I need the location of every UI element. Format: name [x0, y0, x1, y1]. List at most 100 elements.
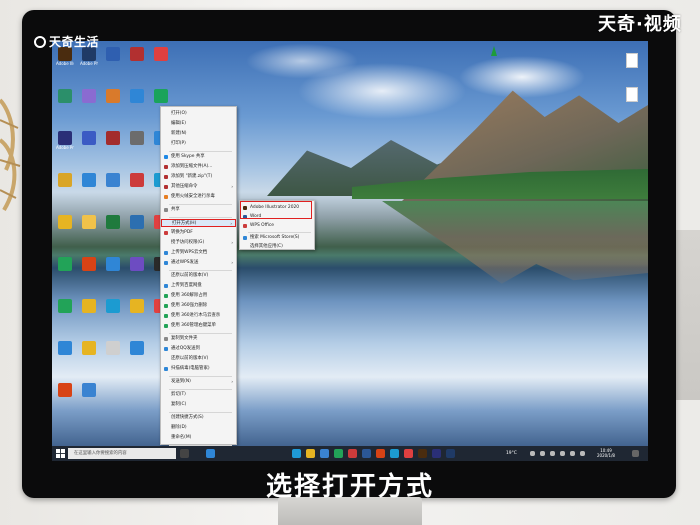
desktop-icon[interactable] — [128, 341, 146, 365]
context-menu-item[interactable]: 上传到WPS云文档 — [161, 249, 236, 257]
illustrator-taskbar-icon[interactable] — [418, 449, 427, 458]
desktop-icon[interactable]: Adobe Illustrat... — [56, 47, 74, 71]
desktop-icon[interactable] — [104, 173, 122, 197]
context-menu-item[interactable]: 使用 Skype 共享 — [161, 153, 236, 161]
context-menu-item[interactable]: 还原以前的版本(V) — [161, 355, 236, 363]
context-menu-item[interactable]: 剪切(T) — [161, 391, 236, 399]
photoshop-taskbar-icon[interactable] — [446, 449, 455, 458]
desktop-icon[interactable] — [56, 215, 74, 239]
desktop-icon[interactable] — [56, 299, 74, 323]
desktop-icon[interactable]: Adobe Photosh... — [80, 47, 98, 71]
desktop-icon-label: Adobe Illustrat... — [56, 61, 74, 66]
volume-icon[interactable] — [570, 451, 575, 456]
taskbar-app-red-icon[interactable] — [376, 449, 385, 458]
desktop-file-icon-top-right[interactable] — [626, 53, 638, 68]
taskbar-app-icon[interactable] — [206, 449, 215, 458]
context-menu-item[interactable]: 扫描病毒(电脑管家) — [161, 365, 236, 373]
context-menu-item[interactable]: 授予访问权限(G) › — [161, 239, 236, 247]
ime-icon[interactable] — [580, 451, 585, 456]
taskbar-clock[interactable]: 10:49 2020/1/8 — [597, 448, 615, 458]
desktop-icon[interactable] — [80, 341, 98, 365]
context-menu-item[interactable]: 打印(P) — [161, 140, 236, 148]
notification-icon[interactable] — [632, 450, 639, 457]
taskbar-app-red2-icon[interactable] — [404, 449, 413, 458]
edge-icon[interactable] — [292, 449, 301, 458]
wechat-icon[interactable] — [334, 449, 343, 458]
context-menu-item[interactable]: 添加到压缩文件(A)... — [161, 163, 236, 171]
windows-start-icon[interactable] — [56, 449, 65, 458]
context-menu-item[interactable]: 还原以前的版本(V) — [161, 272, 236, 280]
menu-item-icon — [164, 324, 168, 328]
taskbar-app-blue-icon[interactable] — [390, 449, 399, 458]
tray-icon[interactable] — [540, 451, 545, 456]
context-menu-item[interactable]: 上传到百度网盘 — [161, 282, 236, 290]
desktop-icon[interactable] — [128, 47, 146, 71]
context-menu-item[interactable]: 转换为PDF — [161, 229, 236, 237]
weather-text[interactable]: 19°C — [506, 446, 517, 461]
context-menu-item[interactable]: 使用 360进行木马云查杀 — [161, 312, 236, 320]
context-menu-item[interactable]: 使用 360强力删除 — [161, 302, 236, 310]
desktop-icon[interactable] — [80, 215, 98, 239]
context-menu-item[interactable]: 打开(O) — [161, 110, 236, 118]
open-with-option[interactable]: 选择其他应用(C) — [240, 243, 312, 251]
context-menu-item[interactable]: 复制到文件夹 — [161, 335, 236, 343]
context-menu-item[interactable]: 通过WPS发送 › — [161, 259, 236, 267]
context-menu-item[interactable]: 使用火绒安全进行杀毒 — [161, 193, 236, 201]
context-menu-item[interactable]: 添加到 "新建.zip"(T) — [161, 173, 236, 181]
desktop-icon[interactable] — [80, 299, 98, 323]
desktop-icon[interactable] — [80, 173, 98, 197]
taskbar-search-input[interactable]: 在这里输入你要搜索的内容 — [68, 448, 176, 459]
context-menu-item[interactable]: 发送到(N) › — [161, 378, 236, 386]
desktop-icon[interactable] — [56, 89, 74, 113]
context-menu-item[interactable]: 复制(C) — [161, 401, 236, 409]
context-menu-item[interactable]: 新建(N) — [161, 130, 236, 138]
wps-icon[interactable] — [348, 449, 357, 458]
desktop-icon[interactable] — [104, 47, 122, 71]
context-menu-item[interactable]: 打开方式(H) › — [161, 219, 236, 227]
context-menu-item[interactable]: 使用 360管理右键菜单 — [161, 322, 236, 330]
file-explorer-icon[interactable] — [306, 449, 315, 458]
store-icon[interactable] — [320, 449, 329, 458]
tray-icon[interactable] — [530, 451, 535, 456]
desktop-icon[interactable] — [80, 89, 98, 113]
desktop-icon[interactable] — [56, 173, 74, 197]
desktop-icon[interactable] — [128, 257, 146, 281]
desktop-icon[interactable] — [128, 131, 146, 155]
word-icon[interactable] — [362, 449, 371, 458]
desktop-icon[interactable] — [104, 257, 122, 281]
desktop-icon[interactable]: Adobe Premie... — [56, 131, 74, 155]
watermark-right: 天奇·视频 — [598, 14, 682, 35]
tray-icon[interactable] — [550, 451, 555, 456]
context-menu-item[interactable]: 编辑(E) — [161, 120, 236, 128]
desktop-icon[interactable] — [56, 257, 74, 281]
desktop-icon[interactable] — [104, 215, 122, 239]
menu-item-icon — [164, 208, 168, 212]
open-with-option[interactable]: 搜索 Microsoft Store(S) — [240, 234, 312, 242]
desktop-icon[interactable] — [104, 131, 122, 155]
premiere-taskbar-icon[interactable] — [432, 449, 441, 458]
desktop-icon[interactable] — [128, 89, 146, 113]
network-icon[interactable] — [560, 451, 565, 456]
context-menu-item[interactable]: 使用 360解除占用 — [161, 292, 236, 300]
desktop-icon[interactable] — [104, 89, 122, 113]
desktop-icon[interactable] — [80, 257, 98, 281]
desktop-icon[interactable] — [128, 299, 146, 323]
context-menu-item[interactable]: 重命名(M) — [161, 434, 236, 442]
open-with-option[interactable]: WPS Office — [240, 222, 312, 230]
desktop-file-icon-right[interactable] — [626, 87, 638, 102]
desktop-icon[interactable] — [80, 131, 98, 155]
desktop-icon[interactable] — [152, 47, 170, 71]
desktop-icon[interactable] — [104, 299, 122, 323]
context-menu-item[interactable]: 删除(D) — [161, 424, 236, 432]
context-menu-item[interactable]: 通过QQ发送到 — [161, 345, 236, 353]
desktop-icon[interactable] — [56, 341, 74, 365]
context-menu-item[interactable]: 创建快捷方式(S) — [161, 414, 236, 422]
desktop-icon[interactable] — [104, 341, 122, 365]
desktop-icon[interactable] — [128, 215, 146, 239]
desktop-icon[interactable] — [56, 383, 74, 407]
desktop-icon[interactable] — [80, 383, 98, 407]
context-menu-item[interactable]: 其他压缩命令 › — [161, 183, 236, 191]
desktop-icon[interactable] — [128, 173, 146, 197]
task-view-icon[interactable] — [180, 449, 189, 458]
context-menu-item[interactable]: 共享 — [161, 206, 236, 214]
